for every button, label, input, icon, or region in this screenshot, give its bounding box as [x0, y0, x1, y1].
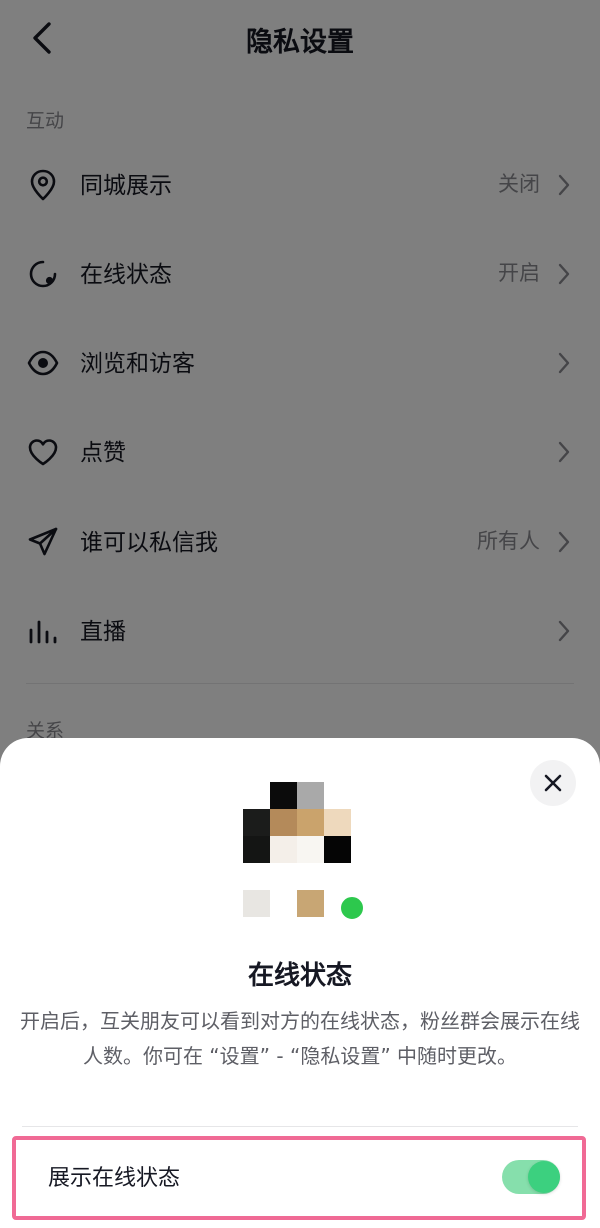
avatar [242, 782, 352, 948]
close-button[interactable] [530, 760, 576, 806]
close-icon [544, 774, 562, 792]
show-online-status-row[interactable]: 展示在线状态 [12, 1136, 586, 1220]
toggle-knob [528, 1161, 560, 1193]
sheet-description: 开启后，互关朋友可以看到对方的在线状态，粉丝群会展示在线人数。你可在 “设置” … [20, 1009, 580, 1068]
sheet-divider [22, 1126, 578, 1127]
toggle-label: 展示在线状态 [48, 1166, 181, 1191]
online-indicator-dot [338, 894, 366, 922]
sheet-title: 在线状态 [247, 961, 352, 991]
show-online-status-toggle[interactable] [502, 1160, 560, 1194]
